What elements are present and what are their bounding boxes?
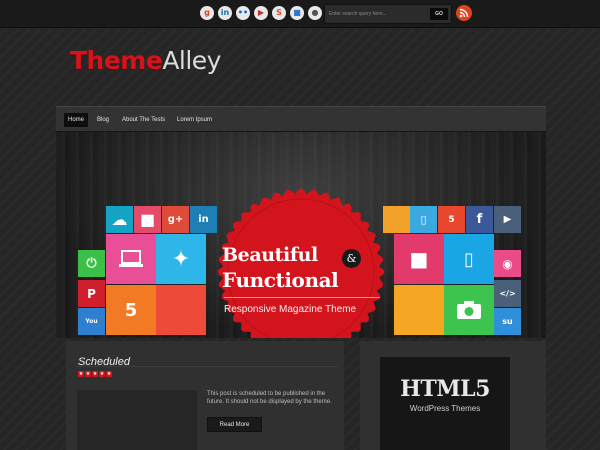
stumbleupon-icon[interactable]: S [272,6,286,20]
badge-title-functional: Functional [222,268,339,292]
nav-item-lorem-ipsum[interactable]: Lorem Ipsum [173,113,216,127]
site-logo[interactable]: ThemeAlley [70,46,221,80]
search-input[interactable] [329,8,425,20]
nav-item-about[interactable]: About The Tests [118,113,169,127]
search-box: GO [324,4,452,24]
youtube-icon[interactable]: ▶ [254,6,268,20]
search-button[interactable]: GO [430,8,448,20]
post-excerpt: This post is scheduled to be published i… [207,391,332,405]
flickr-icon[interactable]: •• [236,6,250,20]
read-more-button[interactable]: Read More [207,417,262,432]
nav-item-home[interactable]: Home [64,113,89,127]
nav-item-blog[interactable]: Blog [93,113,113,127]
rating-star-icon: ★ [92,371,98,377]
main-navigation: Home Blog About The Tests Lorem Ipsum [56,106,546,132]
logo-theme-text: Theme [70,46,163,75]
sidebar-ad[interactable]: HTML5 WordPress Themes [380,357,510,450]
badge-title-beautiful: Beautiful [222,244,318,266]
rating-star-icon: ★ [106,371,112,377]
badge-divider [224,297,380,298]
rating-star-icon: ★ [99,371,105,377]
ad-title: HTML5 [400,376,490,402]
rss-icon[interactable] [456,5,472,21]
rss-glyph [459,8,469,18]
google-icon[interactable]: g [200,6,214,20]
post-thumbnail[interactable] [77,390,197,450]
delicious-icon[interactable]: ■ [290,6,304,20]
reddit-icon[interactable]: ● [308,6,322,20]
post-divider [76,366,338,367]
rating-star-icon: ★ [85,371,91,377]
ad-subtitle: WordPress Themes [409,404,481,413]
badge-ampersand: & [342,249,361,268]
linkedin-icon[interactable]: in [218,6,232,20]
badge-subtitle: Responsive Magazine Theme [224,304,357,315]
rating-star-icon: ★ [78,371,84,377]
logo-alley-text: Alley [162,46,221,75]
